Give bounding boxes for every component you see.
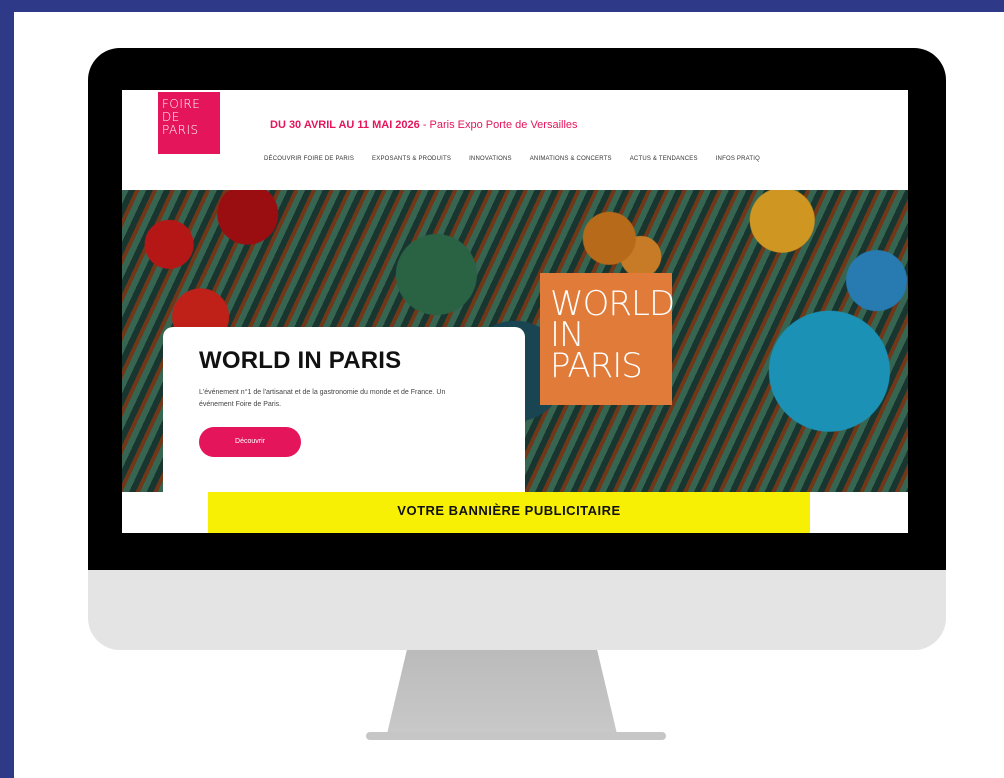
nav-item-animations[interactable]: ANIMATIONS & CONCERTS <box>530 156 612 162</box>
nav-item-exposants[interactable]: EXPOSANTS & PRODUITS <box>372 156 451 162</box>
monitor-chin <box>88 560 946 650</box>
monitor-stand <box>386 640 618 738</box>
nav-item-decouvrir[interactable]: DÉCOUVRIR FOIRE DE PARIS <box>264 156 354 162</box>
badge-line-3: PARIS <box>550 346 643 386</box>
top-frame-band <box>0 0 1004 12</box>
nav-item-actus[interactable]: ACTUS & TENDANCES <box>630 156 698 162</box>
hero-image: WORLD IN PARIS WORLD IN PARIS L'événemen… <box>122 190 908 492</box>
hero-card: WORLD IN PARIS L'événement n°1 de l'arti… <box>163 327 525 492</box>
nav-item-innovations[interactable]: INNOVATIONS <box>469 156 512 162</box>
foire-de-paris-logo[interactable]: FOIRE DE PARIS <box>158 92 220 154</box>
monitor-screen: FOIRE DE PARIS DU 30 AVRIL AU 11 MAI 202… <box>122 90 908 533</box>
main-nav: DÉCOUVRIR FOIRE DE PARIS EXPOSANTS & PRO… <box>264 156 760 162</box>
world-in-paris-badge: WORLD IN PARIS <box>540 273 675 405</box>
ad-banner[interactable]: VOTRE BANNIÈRE PUBLICITAIRE <box>208 492 810 533</box>
discover-button[interactable]: Découvrir <box>199 427 301 457</box>
event-dates-bold: DU 30 AVRIL AU 11 MAI 2026 <box>270 119 420 131</box>
hero-card-text: L'événement n°1 de l'artisanat et de la … <box>199 389 446 408</box>
nav-item-infos-pratiques[interactable]: INFOS PRATIQ <box>716 156 760 162</box>
hero-card-title: WORLD IN PARIS <box>199 347 402 374</box>
logo-line-3: PARIS <box>162 123 199 137</box>
event-dates: DU 30 AVRIL AU 11 MAI 2026 - Paris Expo … <box>270 119 578 131</box>
event-venue: - Paris Expo Porte de Versailles <box>419 119 578 131</box>
left-frame-band <box>0 0 14 778</box>
monitor-foot <box>366 732 666 740</box>
